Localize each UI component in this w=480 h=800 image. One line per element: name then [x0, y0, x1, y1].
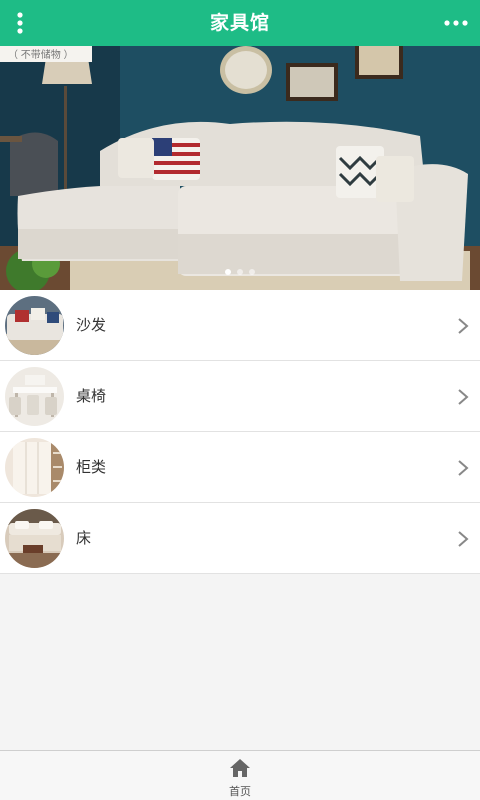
cabinet-thumbnail [5, 438, 64, 497]
list-item-sofa[interactable]: 沙发 [0, 290, 480, 361]
category-list: 沙发 桌椅 柜类 床 [0, 290, 480, 574]
list-item-label: 桌椅 [76, 387, 107, 405]
bed-thumbnail [5, 509, 64, 568]
home-icon [230, 759, 250, 777]
chevron-right-icon [458, 389, 469, 405]
banner-watermark: （ 不带储物 ） [8, 48, 74, 61]
top-bar: 家具馆 [0, 0, 480, 46]
home-tab[interactable]: 首页 [200, 751, 280, 800]
carousel-dot[interactable] [249, 269, 255, 275]
more-button[interactable] [438, 8, 474, 38]
horizontal-dots-icon [444, 20, 468, 26]
chevron-right-icon [458, 531, 469, 547]
sofa-thumbnail [5, 296, 64, 355]
carousel-dot[interactable] [225, 269, 231, 275]
list-item-label: 床 [76, 529, 92, 547]
list-item-bed[interactable]: 床 [0, 503, 480, 574]
chevron-right-icon [458, 318, 469, 334]
sofa-banner-image: （ 不带储物 ） [0, 46, 480, 290]
carousel-indicators [0, 269, 480, 275]
banner-carousel[interactable]: （ 不带储物 ） [0, 46, 480, 290]
list-item-label: 沙发 [76, 316, 107, 334]
bottom-nav: 首页 [0, 750, 480, 800]
home-label: 首页 [229, 785, 251, 798]
list-item-label: 柜类 [76, 458, 107, 476]
table-chairs-thumbnail [5, 367, 64, 426]
list-item-table-chairs[interactable]: 桌椅 [0, 361, 480, 432]
chevron-right-icon [458, 460, 469, 476]
carousel-dot[interactable] [237, 269, 243, 275]
list-item-cabinet[interactable]: 柜类 [0, 432, 480, 503]
page-title: 家具馆 [209, 12, 270, 34]
